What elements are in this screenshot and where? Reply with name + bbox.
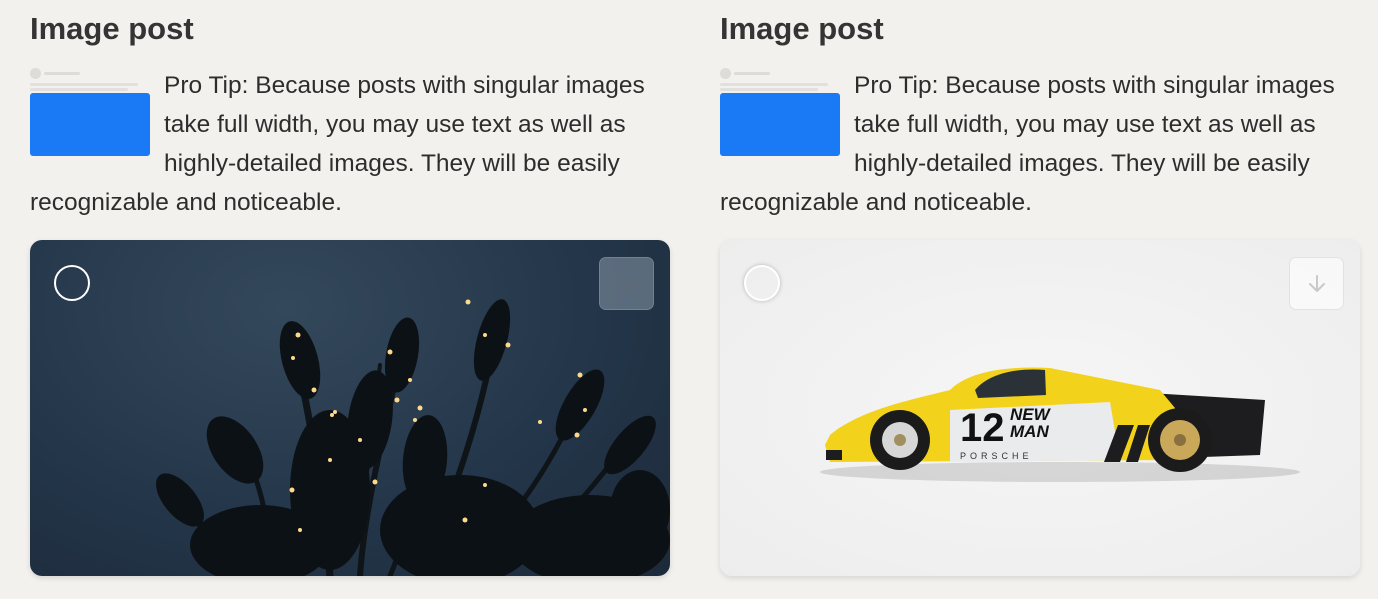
car-brand: PORSCHE <box>960 451 1033 461</box>
post-title: Image post <box>720 11 884 46</box>
download-button[interactable] <box>1289 257 1344 310</box>
download-arrow-icon <box>618 274 635 292</box>
layout-preview-icon <box>30 66 152 158</box>
post-image[interactable] <box>30 240 670 576</box>
post-image[interactable]: 12 NEW MAN PORSCHE <box>720 240 1360 576</box>
post-tip: Pro Tip: Because posts with singular ima… <box>30 66 670 222</box>
car-sponsor-line: MAN <box>1010 422 1049 441</box>
car-sponsor: NEW MAN <box>1010 406 1050 440</box>
circle-select-icon[interactable] <box>744 265 780 301</box>
car-number: 12 <box>960 406 1005 450</box>
car-sponsor-line: NEW <box>1010 405 1050 424</box>
post-title: Image post <box>30 11 194 46</box>
download-arrow-icon <box>1308 274 1325 292</box>
christmas-tree-lights-photo <box>156 299 670 576</box>
download-button[interactable] <box>599 257 654 310</box>
circle-select-icon[interactable] <box>54 265 90 301</box>
layout-preview-icon <box>720 66 842 158</box>
post-tip: Pro Tip: Because posts with singular ima… <box>720 66 1360 222</box>
